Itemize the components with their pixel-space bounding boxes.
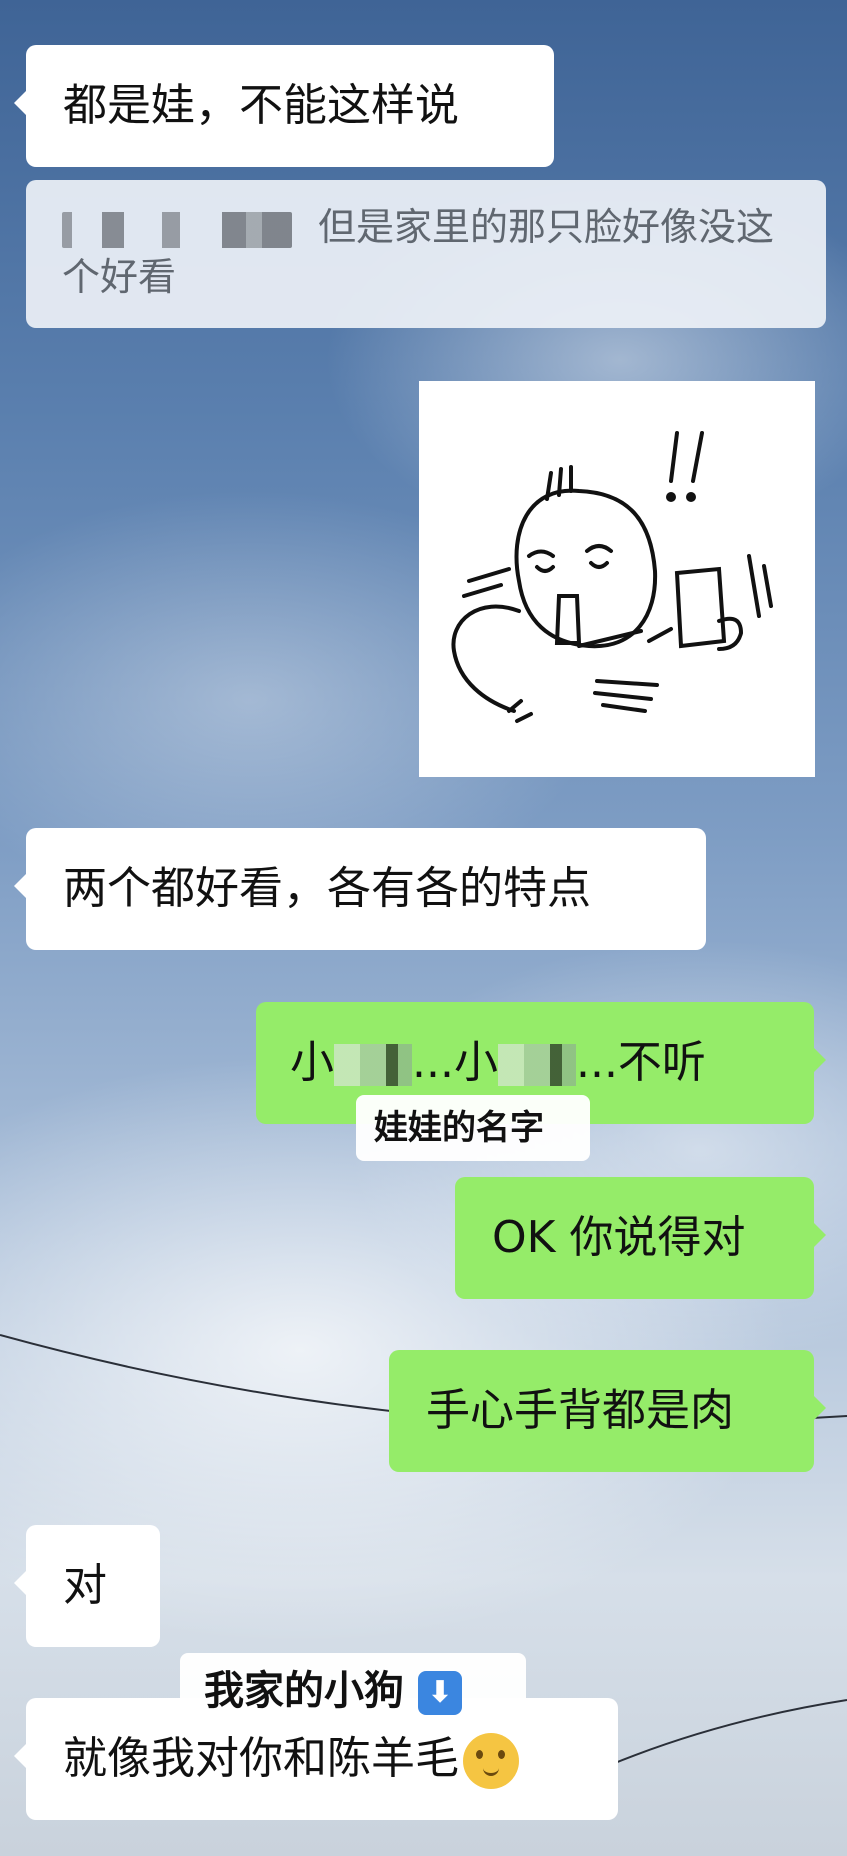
- doll-name-caption: 娃娃的名字: [356, 1095, 590, 1161]
- chat-area: 都是娃，不能这样说 但是家里的那只脸好像没这个好看 两个都好看，各有各的特点 小…: [0, 0, 847, 1856]
- doll-name-mosaic: [334, 1044, 412, 1086]
- message-text: 都是娃，不能这样说: [63, 80, 459, 131]
- message-text: OK 你说得对: [492, 1212, 746, 1263]
- doll-name-mosaic: [497, 1044, 576, 1086]
- thinking-face-icon: [463, 1733, 519, 1789]
- message-text: 两个都好看，各有各的特点: [63, 863, 591, 914]
- surprised-sticker-drawing: [451, 431, 773, 723]
- message-received-2[interactable]: 两个都好看，各有各的特点: [14, 828, 706, 950]
- message-received-3[interactable]: 对: [14, 1525, 160, 1647]
- caption-text: 我家的小狗: [204, 1668, 404, 1714]
- message-text-part: 小: [290, 1037, 334, 1088]
- message-text: 对: [63, 1560, 107, 1611]
- quoted-message[interactable]: 但是家里的那只脸好像没这个好看: [26, 180, 826, 328]
- message-received-1[interactable]: 都是娃，不能这样说: [14, 45, 554, 167]
- message-text-part: ...不听: [575, 1037, 706, 1088]
- down-arrow-icon: ⬇: [417, 1671, 462, 1715]
- quoted-sender-name-blurred: [62, 211, 292, 248]
- message-text: 手心手背都是肉: [426, 1385, 734, 1436]
- message-text: 就像我对你和陈羊毛: [63, 1733, 459, 1784]
- message-sent-3[interactable]: 手心手背都是肉: [389, 1350, 826, 1472]
- message-text-part: ...小: [412, 1037, 498, 1088]
- sticker-image[interactable]: [419, 381, 815, 777]
- my-dog-caption: 我家的小狗 ⬇: [180, 1653, 526, 1729]
- message-sent-2[interactable]: OK 你说得对: [455, 1177, 826, 1299]
- caption-text: 娃娃的名字: [374, 1108, 544, 1148]
